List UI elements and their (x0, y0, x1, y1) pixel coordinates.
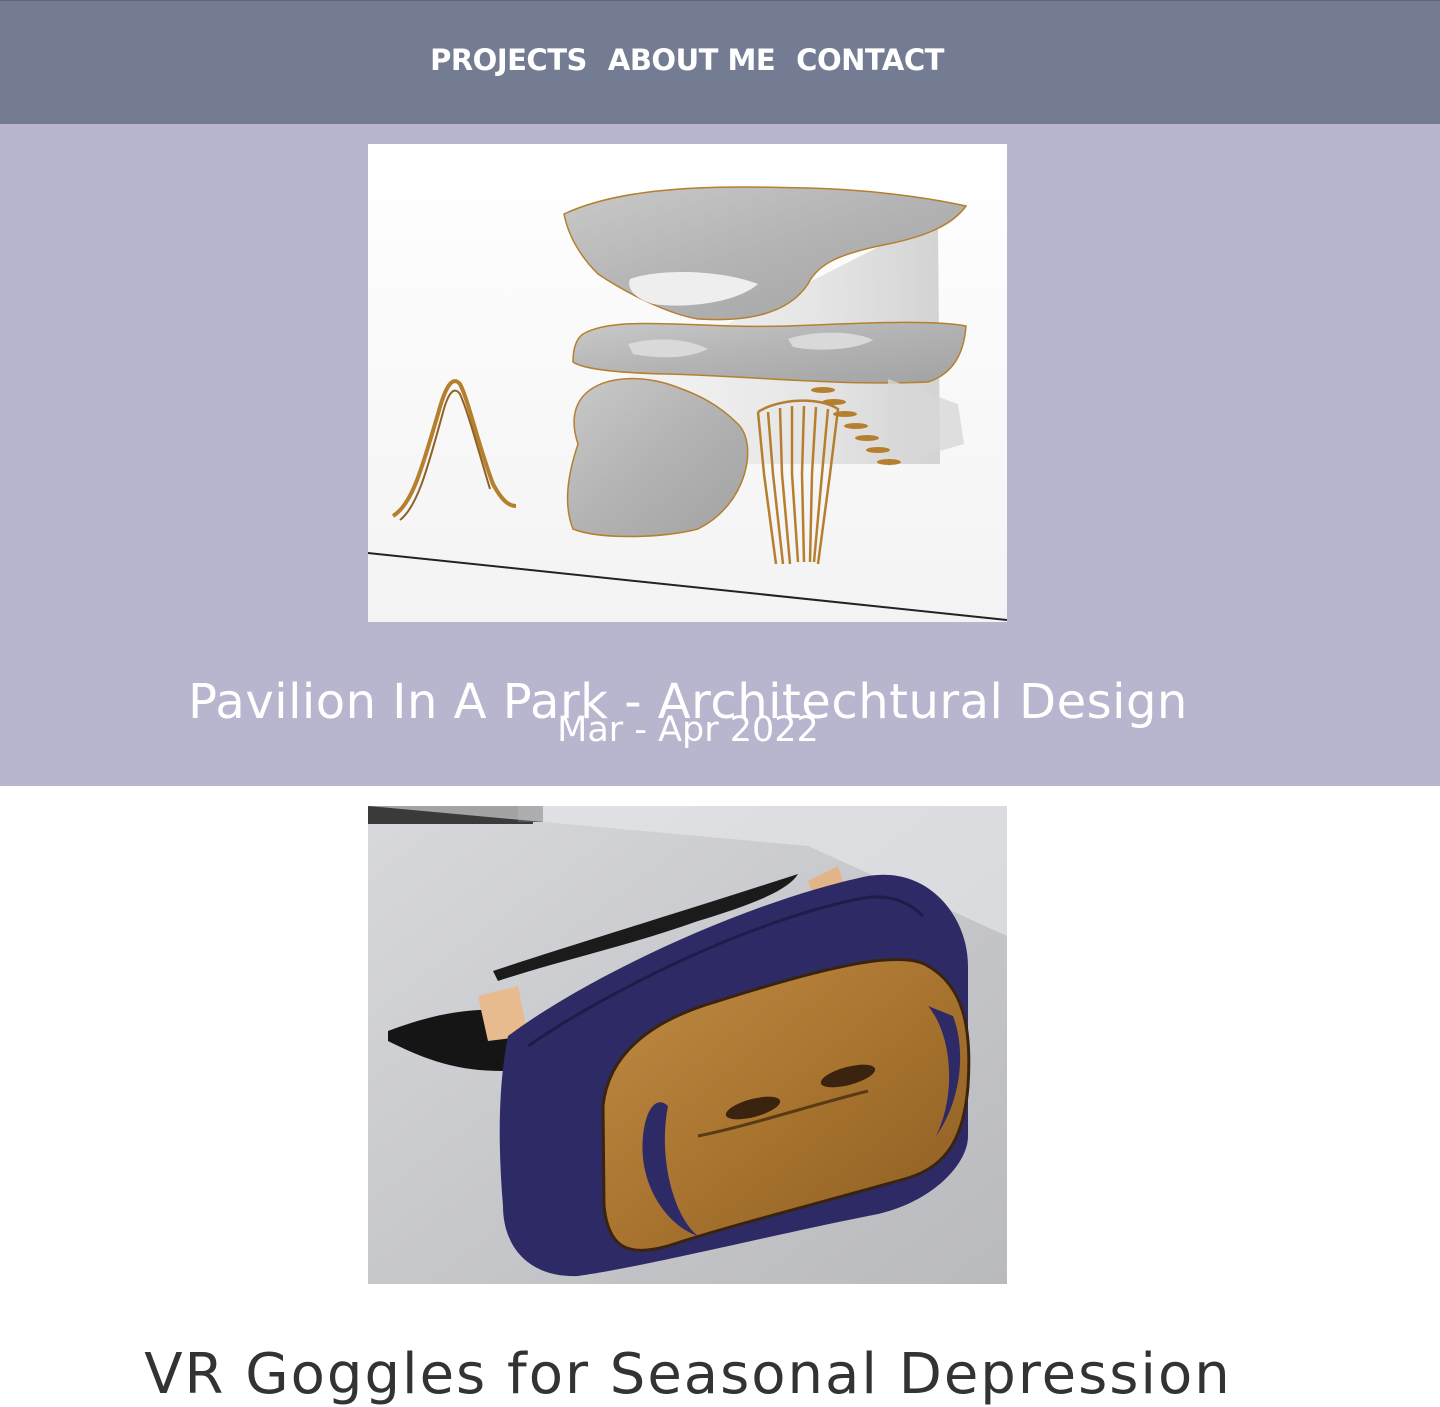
site-header: PROJECTS ABOUT ME CONTACT (0, 0, 1440, 124)
project-card-pavilion: Pavilion In A Park - Architechtural Desi… (0, 124, 1440, 786)
nav-link-contact[interactable]: CONTACT (796, 39, 944, 81)
nav-link-about-me[interactable]: ABOUT ME (608, 39, 776, 81)
project-date-pavilion: Mar - Apr 2022 (557, 710, 819, 750)
vr-goggles-photo-illustration (368, 806, 1007, 1284)
project-image-pavilion[interactable] (368, 144, 1007, 622)
nav-link-projects[interactable]: PROJECTS (430, 39, 587, 81)
main-nav: PROJECTS ABOUT ME CONTACT (0, 39, 1374, 81)
project-image-vr-goggles[interactable] (368, 806, 1007, 1284)
pavilion-render-illustration (368, 144, 1007, 622)
project-title-vr-goggles[interactable]: VR Goggles for Seasonal Depression (0, 1342, 1376, 1407)
project-card-vr-goggles: VR Goggles for Seasonal Depression (0, 786, 1440, 1407)
